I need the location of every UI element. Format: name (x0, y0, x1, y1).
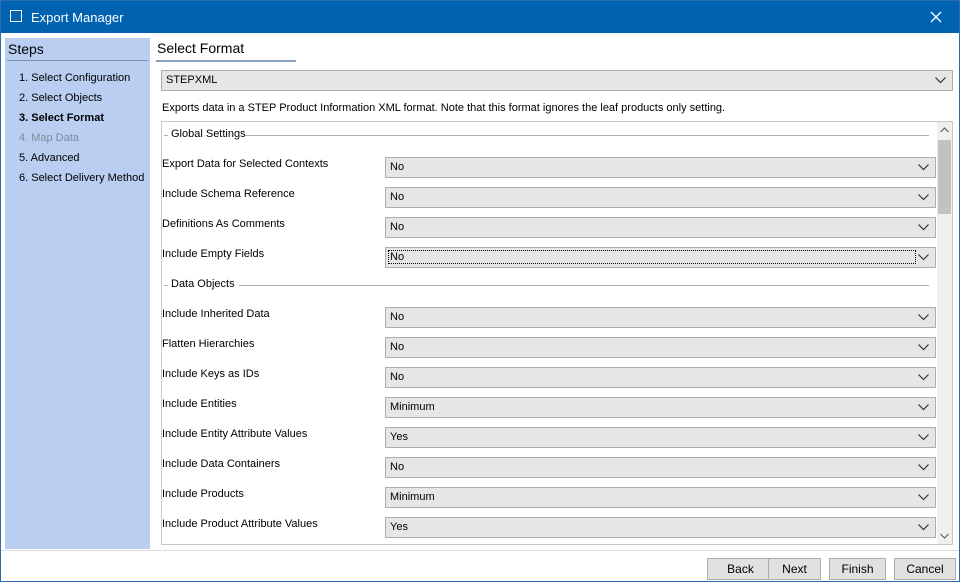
chevron-down-icon (918, 224, 929, 231)
setting-label: Include Keys as IDs (162, 368, 260, 380)
step-advanced[interactable]: 5. Advanced (19, 150, 144, 170)
chevron-down-icon (918, 314, 929, 321)
steps-sidebar: Steps 1. Select Configuration 2. Select … (5, 38, 150, 549)
settings-panel: Global Settings Export Data for Selected… (161, 121, 953, 545)
chevron-down-icon (918, 344, 929, 351)
format-description: Exports data in a STEP Product Informati… (162, 102, 726, 114)
setting-value: No (390, 311, 405, 323)
setting-dropdown-include-entities[interactable]: Minimum (385, 397, 936, 418)
scrollbar-thumb[interactable] (938, 140, 951, 214)
setting-dropdown-definitions-as-comments[interactable]: No (385, 217, 936, 238)
setting-dropdown-include-products[interactable]: Minimum (385, 487, 936, 508)
setting-label: Include Data Containers (162, 458, 281, 470)
setting-label: Definitions As Comments (162, 218, 285, 230)
setting-value: No (388, 250, 916, 264)
setting-value: No (390, 461, 405, 473)
chevron-down-icon (918, 254, 929, 261)
setting-dropdown-include-data-containers[interactable]: No (385, 457, 936, 478)
setting-label: Include Inherited Data (162, 308, 270, 320)
setting-dropdown-include-entity-attribute-values[interactable]: Yes (385, 427, 936, 448)
back-button[interactable]: Back (707, 558, 774, 580)
group-title: Data Objects (171, 278, 235, 290)
setting-dropdown-flatten-hierarchies[interactable]: No (385, 337, 936, 358)
chevron-down-icon (935, 77, 946, 84)
setting-value: Minimum (390, 491, 435, 503)
footer-divider (1, 550, 959, 551)
setting-label: Include Entity Attribute Values (162, 428, 308, 440)
chevron-down-icon (918, 374, 929, 381)
setting-dropdown-include-product-attribute-values[interactable]: Yes (385, 517, 936, 538)
setting-value: No (390, 341, 405, 353)
steps-title-divider (7, 60, 148, 61)
setting-dropdown-include-keys-as-ids[interactable]: No (385, 367, 936, 388)
steps-list: 1. Select Configuration 2. Select Object… (19, 70, 144, 190)
step-select-objects[interactable]: 2. Select Objects (19, 90, 144, 110)
chevron-up-icon (940, 127, 949, 133)
cancel-button[interactable]: Cancel (894, 558, 956, 580)
page-title-divider (156, 60, 296, 62)
app-window-icon (10, 10, 22, 22)
window-title: Export Manager (31, 10, 124, 25)
step-select-delivery-method[interactable]: 6. Select Delivery Method (19, 170, 144, 190)
scroll-up-button[interactable] (937, 122, 952, 138)
finish-button[interactable]: Finish (829, 558, 886, 580)
setting-value: No (390, 221, 405, 233)
scroll-down-button[interactable] (937, 528, 952, 544)
chevron-down-icon (918, 464, 929, 471)
setting-value: Minimum (390, 401, 435, 413)
format-dropdown-value: STEPXML (166, 74, 218, 86)
setting-label: Include Entities (162, 398, 237, 410)
setting-value: Yes (390, 431, 408, 443)
chevron-down-icon (918, 404, 929, 411)
page-title: Select Format (157, 40, 245, 56)
export-manager-window: Export Manager Steps 1. Select Configura… (0, 0, 960, 582)
setting-label: Flatten Hierarchies (162, 338, 255, 350)
chevron-down-icon (918, 434, 929, 441)
setting-label: Include Empty Fields (162, 248, 265, 260)
chevron-down-icon (918, 524, 929, 531)
setting-label: Export Data for Selected Contexts (162, 158, 329, 170)
setting-label: Include Products (162, 488, 244, 500)
chevron-down-icon (918, 194, 929, 201)
close-button[interactable] (913, 1, 959, 33)
chevron-down-icon (940, 533, 949, 539)
setting-value: No (390, 161, 405, 173)
format-dropdown[interactable]: STEPXML (161, 70, 953, 91)
close-icon (930, 11, 942, 23)
setting-dropdown-export-data-contexts[interactable]: No (385, 157, 936, 178)
setting-dropdown-include-empty-fields[interactable]: No (385, 247, 936, 268)
setting-value: No (390, 371, 405, 383)
chevron-down-icon (918, 164, 929, 171)
step-map-data: 4. Map Data (19, 132, 79, 144)
group-title: Global Settings (171, 128, 246, 140)
group-data-objects: Data Objects (164, 278, 931, 292)
steps-title: Steps (8, 41, 44, 57)
next-button[interactable]: Next (768, 558, 821, 580)
setting-label: Include Schema Reference (162, 188, 295, 200)
setting-dropdown-include-inherited-data[interactable]: No (385, 307, 936, 328)
setting-value: Yes (390, 521, 408, 533)
step-select-configuration[interactable]: 1. Select Configuration (19, 70, 144, 90)
settings-scrollbar[interactable] (937, 122, 952, 544)
title-bar: Export Manager (1, 1, 959, 33)
setting-dropdown-include-schema-reference[interactable]: No (385, 187, 936, 208)
setting-label: Include Product Attribute Values (162, 518, 318, 530)
group-global-settings: Global Settings (164, 128, 931, 142)
setting-value: No (390, 191, 405, 203)
chevron-down-icon (918, 494, 929, 501)
step-select-format[interactable]: 3. Select Format (19, 110, 144, 130)
